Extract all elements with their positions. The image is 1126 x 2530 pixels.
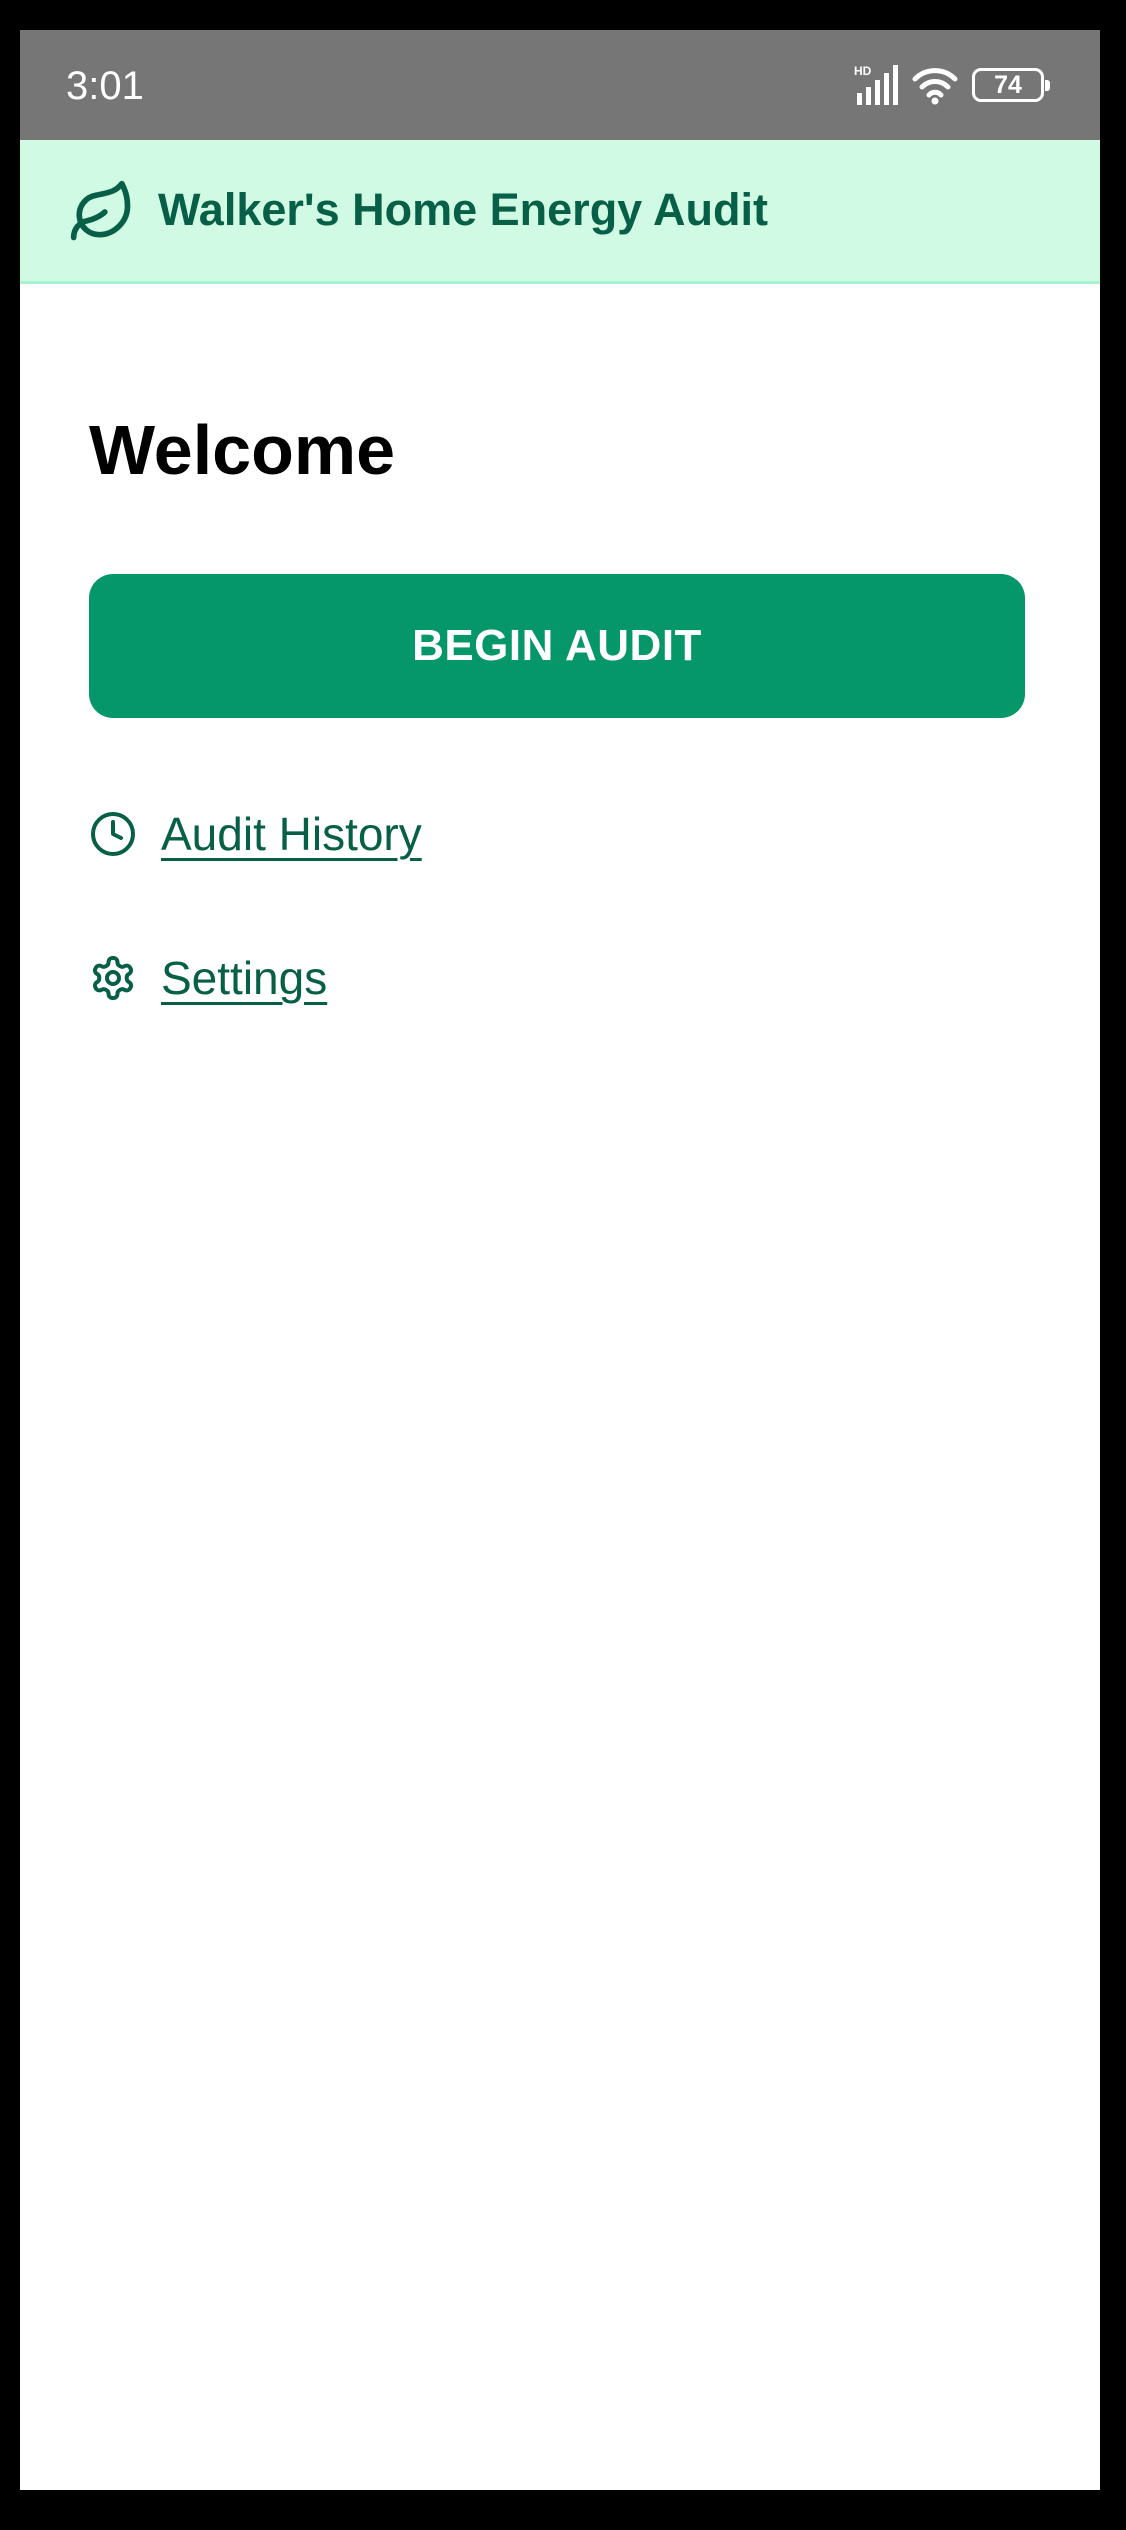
app-header: Walker's Home Energy Audit (20, 140, 1100, 284)
battery-icon: 74 (972, 68, 1050, 102)
gear-icon (93, 956, 133, 1000)
battery-level: 74 (994, 70, 1022, 99)
audit-history-label: Audit History (161, 808, 422, 860)
leaf-icon (70, 180, 131, 241)
welcome-heading: Welcome (89, 411, 396, 489)
network-badge: HD (854, 64, 872, 78)
signal-icon: HD (854, 64, 898, 105)
status-time: 3:01 (66, 64, 144, 108)
phone-frame: 3:01 HD 74 Walker's Home Energy Audit We… (0, 0, 1126, 2530)
begin-audit-button[interactable]: BEGIN AUDIT (89, 574, 1025, 718)
wifi-icon (912, 68, 958, 105)
clock-icon (91, 812, 135, 856)
settings-label: Settings (161, 952, 328, 1004)
status-bar: 3:01 HD 74 (20, 30, 1100, 140)
status-icons: HD 74 (854, 60, 1050, 110)
app-screen: 3:01 HD 74 Walker's Home Energy Audit We… (20, 30, 1100, 2490)
audit-history-link[interactable]: Audit History (89, 804, 422, 864)
app-title: Walker's Home Energy Audit (158, 184, 769, 235)
settings-link[interactable]: Settings (89, 948, 327, 1008)
